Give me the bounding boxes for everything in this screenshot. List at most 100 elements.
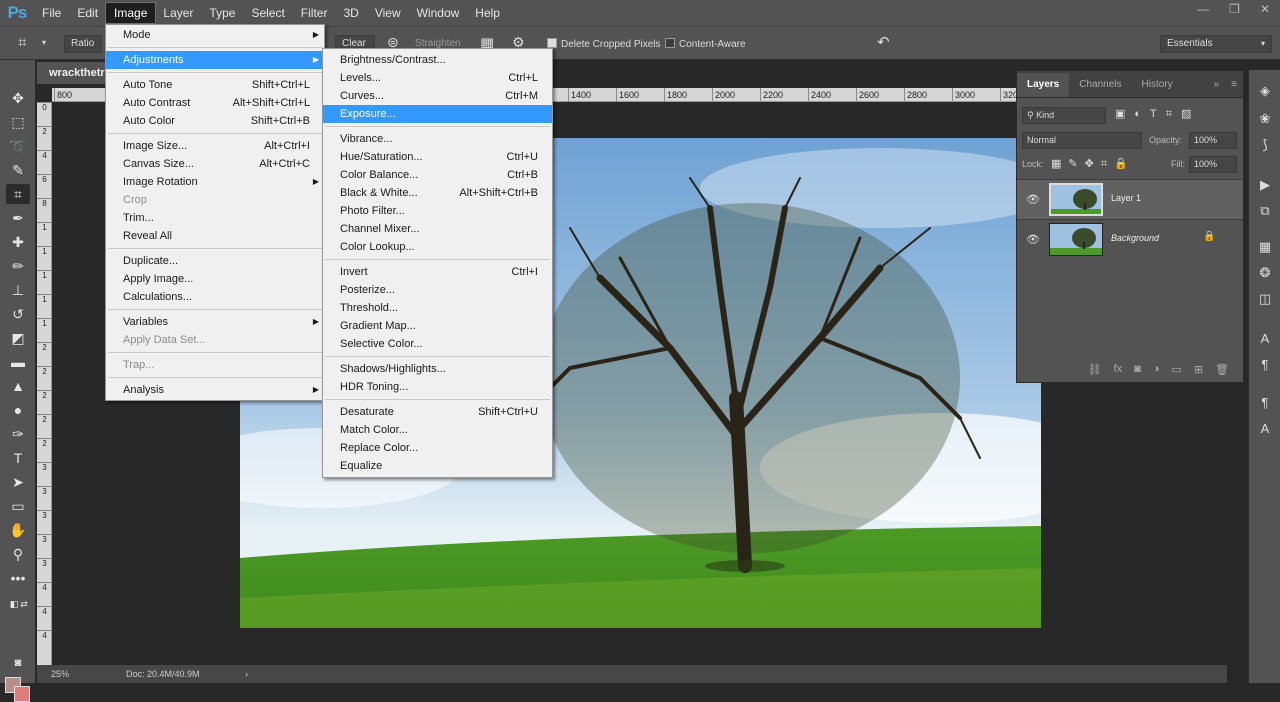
more-tools-icon[interactable]: ••• [6, 568, 30, 588]
menu-item-trim[interactable]: Trim... [106, 209, 324, 227]
add-mask-icon[interactable]: ◙ [1134, 363, 1141, 375]
panel-menu-icon[interactable]: ≡ [1225, 73, 1243, 97]
swatches-panel-icon[interactable]: ▦ [1256, 238, 1274, 256]
menu-item-duplicate[interactable]: Duplicate... [106, 252, 324, 270]
styles-panel-icon[interactable]: ⧉ [1256, 202, 1274, 220]
menu-window[interactable]: Window [409, 3, 468, 23]
menu-filter[interactable]: Filter [293, 3, 336, 23]
new-layer-icon[interactable]: ⊞ [1194, 363, 1203, 376]
marquee-tool-icon[interactable]: ⬚ [6, 112, 30, 132]
clone-stamp-tool-icon[interactable]: ⊥ [6, 280, 30, 300]
healing-tool-icon[interactable]: ✚ [6, 232, 30, 252]
filter-kind-select[interactable]: ⚲ Kind [1022, 107, 1106, 124]
menu-file[interactable]: File [34, 3, 69, 23]
tab-layers[interactable]: Layers [1017, 73, 1070, 97]
workspace-select[interactable]: Essentials ▾ [1160, 35, 1272, 53]
lasso-tool-icon[interactable]: ➰ [6, 136, 30, 156]
ratio-select[interactable]: Ratio [64, 35, 102, 53]
menu-select[interactable]: Select [243, 3, 292, 23]
content-aware-checkbox[interactable]: Content-Aware [665, 38, 746, 50]
crop-tool-icon[interactable]: ⌗ [18, 34, 26, 51]
fx-icon[interactable]: fx [1114, 363, 1123, 375]
tab-history[interactable]: History [1132, 73, 1183, 97]
eraser-tool-icon[interactable]: ◩ [6, 328, 30, 348]
path-select-tool-icon[interactable]: ➤ [6, 472, 30, 492]
paragraph-panel-icon[interactable]: ¶ [1256, 356, 1274, 374]
menu-item-shadows-highlights[interactable]: Shadows/Highlights... [323, 360, 552, 378]
eye-icon[interactable]: 👁 [1026, 193, 1040, 206]
layer-row[interactable]: 👁 Layer 1 [1017, 179, 1243, 219]
menu-item-invert[interactable]: Invert Ctrl+I [323, 263, 552, 281]
menu-item-posterize[interactable]: Posterize... [323, 281, 552, 299]
pen-tool-icon[interactable]: ✑ [6, 424, 30, 444]
layer-name[interactable]: Layer 1 [1111, 193, 1141, 203]
restore-icon[interactable]: ❐ [1229, 2, 1240, 16]
character-styles-icon[interactable]: ¶ [1256, 394, 1274, 412]
menu-item-levels[interactable]: Levels... Ctrl+L [323, 69, 552, 87]
swap-colors-icon[interactable]: ⇄ [12, 594, 36, 614]
menu-item-calculations[interactable]: Calculations... [106, 288, 324, 306]
dodge-tool-icon[interactable]: ● [6, 400, 30, 420]
shape-tool-icon[interactable]: ▭ [6, 496, 30, 516]
chevron-down-icon[interactable]: ▾ [42, 38, 46, 47]
menu-item-exposure[interactable]: Exposure... [323, 105, 552, 123]
background-color-swatch[interactable] [14, 686, 30, 702]
glyphs-icon[interactable]: A [1256, 420, 1274, 438]
new-group-icon[interactable]: ▭ [1171, 363, 1181, 376]
menu-item-hdr-toning[interactable]: HDR Toning... [323, 378, 552, 396]
menu-item-auto-tone[interactable]: Auto Tone Shift+Ctrl+L [106, 76, 324, 94]
play-icon[interactable]: ▶ [1256, 176, 1274, 194]
blend-mode-select[interactable]: Normal [1022, 132, 1142, 149]
menu-item-selective-color[interactable]: Selective Color... [323, 335, 552, 353]
trash-icon[interactable]: 🗑 [1215, 363, 1229, 376]
menu-item-brightness-contrast[interactable]: Brightness/Contrast... [323, 51, 552, 69]
menu-item-hue-saturation[interactable]: Hue/Saturation... Ctrl+U [323, 148, 552, 166]
menu-item-replace-color[interactable]: Replace Color... [323, 439, 552, 457]
link-layers-icon[interactable]: ⛓ [1088, 363, 1102, 376]
menu-item-curves[interactable]: Curves... Ctrl+M [323, 87, 552, 105]
hand-tool-icon[interactable]: ✋ [6, 520, 30, 540]
menu-help[interactable]: Help [467, 3, 508, 23]
menu-type[interactable]: Type [201, 3, 243, 23]
type-tool-icon[interactable]: T [6, 448, 30, 468]
reset-icon[interactable]: ↶ [877, 33, 890, 51]
gradient-tool-icon[interactable]: ▬ [6, 352, 30, 372]
blur-tool-icon[interactable]: ▲ [6, 376, 30, 396]
close-icon[interactable]: ✕ [1260, 2, 1270, 16]
menu-edit[interactable]: Edit [69, 3, 106, 23]
move-tool-icon[interactable]: ✥ [6, 88, 30, 108]
zoom-tool-icon[interactable]: ⚲ [6, 544, 30, 564]
menu-item-gradient-map[interactable]: Gradient Map... [323, 317, 552, 335]
adjustments-panel-icon[interactable]: ⟆ [1256, 136, 1274, 154]
menu-item-threshold[interactable]: Threshold... [323, 299, 552, 317]
quick-select-tool-icon[interactable]: ✎ [6, 160, 30, 180]
menu-3d[interactable]: 3D [335, 3, 366, 23]
menu-item-auto-color[interactable]: Auto Color Shift+Ctrl+B [106, 112, 324, 130]
tab-channels[interactable]: Channels [1069, 73, 1131, 97]
fill-input[interactable]: 100% [1189, 156, 1237, 173]
menu-image[interactable]: Image [105, 2, 157, 24]
menu-item-desaturate[interactable]: Desaturate Shift+Ctrl+U [323, 403, 552, 421]
menu-item-variables[interactable]: Variables ▶ [106, 313, 324, 331]
adjustment-layer-icon[interactable]: ◑ [1153, 363, 1160, 375]
brush-tool-icon[interactable]: ✏ [6, 256, 30, 276]
menu-item-color-lookup[interactable]: Color Lookup... [323, 238, 552, 256]
menu-item-color-balance[interactable]: Color Balance... Ctrl+B [323, 166, 552, 184]
crop-tool-icon[interactable]: ⌗ [6, 184, 30, 204]
menu-item-mode[interactable]: Mode ▶ [106, 26, 324, 44]
status-menu-arrow[interactable]: › [245, 665, 248, 683]
delete-cropped-checkbox[interactable]: Delete Cropped Pixels [547, 38, 661, 50]
menu-item-auto-contrast[interactable]: Auto Contrast Alt+Shift+Ctrl+L [106, 94, 324, 112]
menu-item-black-white[interactable]: Black & White... Alt+Shift+Ctrl+B [323, 184, 552, 202]
layer-row[interactable]: 👁 Background 🔒 [1017, 219, 1243, 259]
document-tab[interactable]: wrackthetre [37, 62, 107, 84]
menu-item-canvas-size[interactable]: Canvas Size... Alt+Ctrl+C [106, 155, 324, 173]
channels-panel-icon[interactable]: ◫ [1256, 290, 1274, 308]
menu-item-image-rotation[interactable]: Image Rotation ▶ [106, 173, 324, 191]
layer-name[interactable]: Background [1111, 233, 1159, 243]
layers-panel-icon[interactable]: ◈ [1256, 82, 1274, 100]
menu-item-image-size[interactable]: Image Size... Alt+Ctrl+I [106, 137, 324, 155]
zoom-level[interactable]: 25% [51, 665, 69, 683]
history-brush-tool-icon[interactable]: ↺ [6, 304, 30, 324]
menu-item-channel-mixer[interactable]: Channel Mixer... [323, 220, 552, 238]
